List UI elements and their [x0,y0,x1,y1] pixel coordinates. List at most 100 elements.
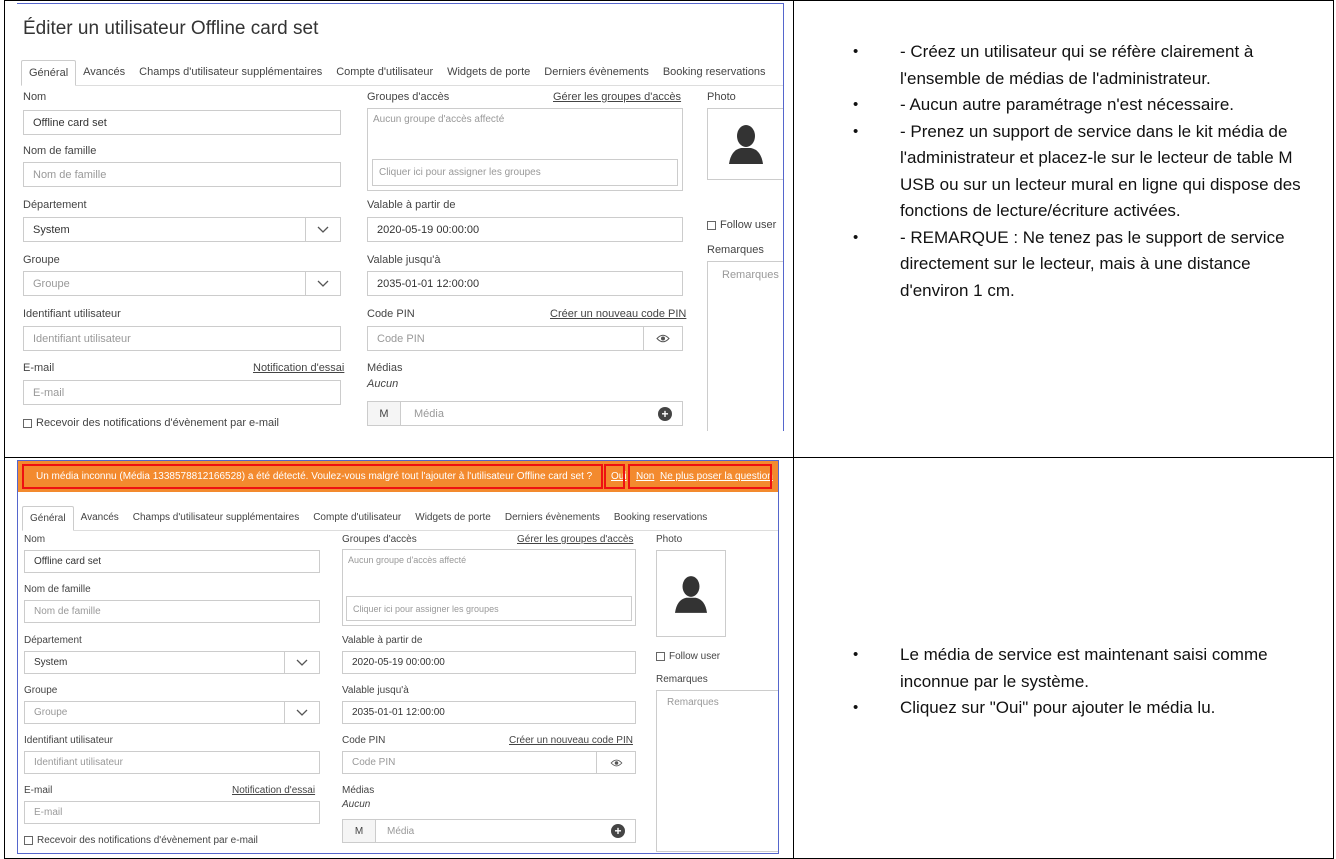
chevron-down-icon [284,652,319,673]
pin-input[interactable]: Code PIN [342,751,636,774]
assign-groups-placeholder: Cliquer ici pour assigner les groupes [379,167,541,178]
name-label: Nom [24,534,46,545]
photo-box[interactable] [707,108,783,180]
tab-advanced[interactable]: Avancés [76,60,132,85]
pin-input[interactable]: Code PIN [367,326,683,351]
chevron-down-icon [305,218,340,241]
tab-extra-fields[interactable]: Champs d'utilisateur supplémentaires [126,506,306,530]
access-groups-label: Groupes d'accès [367,91,450,103]
valid-from-input[interactable]: 2020-05-19 00:00:00 [367,217,683,242]
table-column-divider [793,0,794,859]
photo-label: Photo [707,91,736,103]
create-pin-link[interactable]: Créer un nouveau code PIN [550,308,686,320]
user-id-label: Identifiant utilisateur [23,308,121,320]
tab-door-widgets[interactable]: Widgets de porte [440,60,537,85]
no-groups-text: Aucun groupe d'accès affecté [348,555,467,565]
instruction-item: - REMARQUE : Ne tenez pas le support de … [840,225,1310,305]
pin-label: Code PIN [342,735,386,746]
tab-user-account[interactable]: Compte d'utilisateur [306,506,408,530]
email-placeholder: E-mail [34,807,63,818]
email-input[interactable]: E-mail [24,801,320,824]
group-placeholder: Groupe [33,277,70,290]
name-input[interactable]: Offline card set [23,110,341,135]
name-input[interactable]: Offline card set [24,550,320,573]
email-placeholder: E-mail [33,386,65,399]
user-silhouette-icon [728,125,763,164]
media-input[interactable]: M Média + [367,401,683,426]
create-pin-link[interactable]: Créer un nouveau code PIN [509,735,633,746]
email-label: E-mail [23,362,55,374]
instruction-item: - Prenez un support de service dans le k… [840,119,1310,225]
tab-general[interactable]: Général [21,60,77,86]
family-name-label: Nom de famille [24,584,91,595]
media-type-button[interactable]: M [368,402,401,425]
manage-access-groups-link[interactable]: Gérer les groupes d'accès [517,534,633,545]
user-id-placeholder: Identifiant utilisateur [33,332,131,345]
assign-groups-input[interactable]: Cliquer ici pour assigner les groupes [372,159,678,186]
department-select[interactable]: System [23,217,341,242]
remarks-textarea[interactable]: Remarques [707,261,783,431]
department-select[interactable]: System [24,651,320,674]
tab-door-widgets[interactable]: Widgets de porte [408,506,498,530]
email-notifications-checkbox[interactable]: Recevoir des notifications d'évènement p… [24,835,258,846]
plus-circle-icon[interactable]: + [611,824,625,838]
pin-placeholder: Code PIN [377,332,425,345]
photo-box[interactable] [656,550,726,637]
tab-booking[interactable]: Booking reservations [656,60,773,85]
instruction-item: - Aucun autre paramétrage n'est nécessai… [840,92,1310,119]
name-value: Offline card set [34,556,102,567]
group-select[interactable]: Groupe [23,271,341,296]
valid-to-input[interactable]: 2035-01-01 12:00:00 [342,701,636,724]
media-placeholder: Média [387,825,415,837]
tab-extra-fields[interactable]: Champs d'utilisateur supplémentaires [132,60,329,85]
highlight-no [628,464,772,489]
email-input[interactable]: E-mail [23,380,341,405]
media-label: Médias [367,362,403,374]
remarks-placeholder: Remarques [667,697,719,708]
group-label: Groupe [24,685,58,696]
manage-access-groups-link[interactable]: Gérer les groupes d'accès [553,91,681,103]
valid-from-input[interactable]: 2020-05-19 00:00:00 [342,651,636,674]
department-label: Département [24,635,82,646]
user-silhouette-icon [675,575,707,613]
follow-user-checkbox[interactable]: Follow user [707,219,776,231]
email-notifications-label: Recevoir des notifications d'évènement p… [37,835,258,846]
email-notifications-checkbox[interactable]: Recevoir des notifications d'évènement p… [23,417,279,429]
valid-to-input[interactable]: 2035-01-01 12:00:00 [367,271,683,296]
tab-last-events[interactable]: Derniers évènements [498,506,607,530]
remarks-textarea[interactable]: Remarques [656,690,778,852]
media-input[interactable]: M Média + [342,819,636,843]
family-name-label: Nom de famille [23,145,97,157]
group-label: Groupe [23,254,60,266]
test-notification-link[interactable]: Notification d'essai [253,362,344,374]
assign-groups-input[interactable]: Cliquer ici pour assigner les groupes [346,596,632,621]
department-label: Département [23,199,87,211]
highlight-message [22,464,603,489]
tab-last-events[interactable]: Derniers évènements [537,60,656,85]
media-label: Médias [342,785,375,796]
user-id-input[interactable]: Identifiant utilisateur [24,751,320,774]
test-notification-link[interactable]: Notification d'essai [232,785,315,796]
valid-to-label: Valable jusqu'à [367,254,441,266]
tab-booking[interactable]: Booking reservations [607,506,714,530]
media-type-button[interactable]: M [343,820,376,842]
name-label: Nom [23,91,47,103]
group-placeholder: Groupe [34,707,68,718]
user-edit-form-screenshot-2: Un média inconnu (Média 1338578812166528… [17,460,779,854]
user-id-input[interactable]: Identifiant utilisateur [23,326,341,351]
family-name-input[interactable]: Nom de famille [24,600,320,623]
tab-advanced[interactable]: Avancés [74,506,126,530]
group-select[interactable]: Groupe [24,701,320,724]
follow-user-checkbox[interactable]: Follow user [656,651,720,662]
media-none-text: Aucun [342,799,371,810]
tab-general[interactable]: Général [22,506,74,531]
remarks-label: Remarques [656,674,708,685]
plus-circle-icon[interactable]: + [658,406,672,421]
instruction-item: - Créez un utilisateur qui se réfère cla… [840,39,1310,92]
eye-icon[interactable] [643,327,682,350]
tab-user-account[interactable]: Compte d'utilisateur [329,60,440,85]
eye-icon[interactable] [596,752,635,773]
pin-placeholder: Code PIN [352,757,396,768]
pin-label: Code PIN [367,308,415,320]
family-name-input[interactable]: Nom de famille [23,162,341,187]
